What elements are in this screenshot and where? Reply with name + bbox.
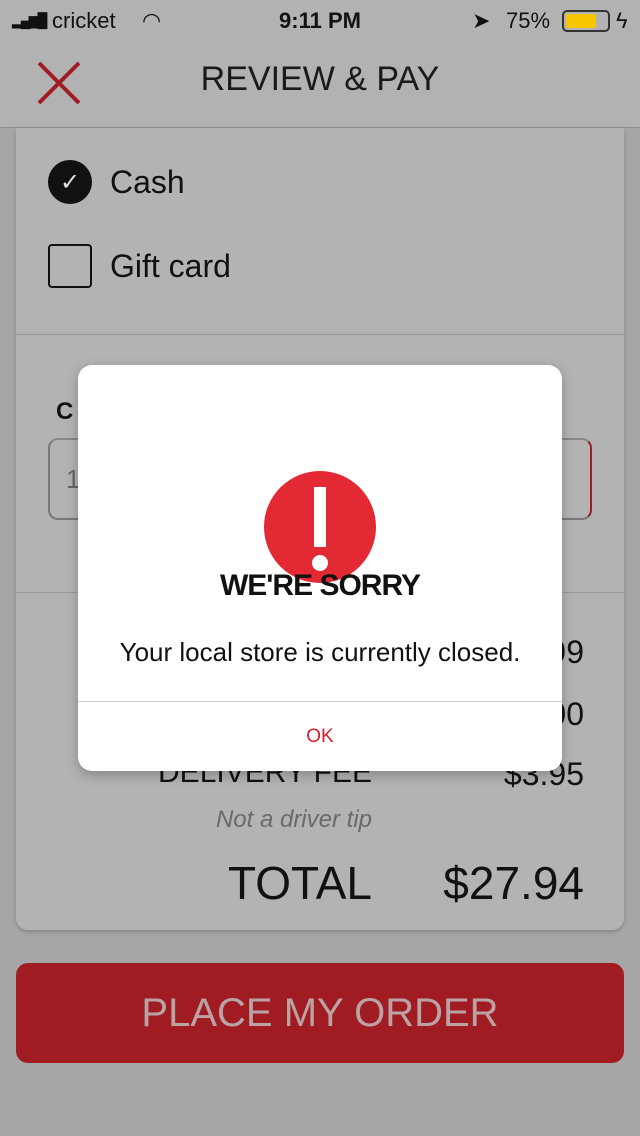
battery-icon	[562, 10, 610, 32]
dialog-message: Your local store is currently closed.	[119, 637, 521, 667]
option-label: Gift card	[110, 247, 231, 284]
payment-option-gift-card[interactable]: Gift card	[48, 244, 231, 288]
alert-icon	[264, 471, 376, 583]
checkmark-icon: ✓	[48, 160, 92, 204]
dialog-title: WE'RE SORRY	[219, 569, 421, 602]
total-value: $27.94	[443, 857, 584, 909]
payment-option-cash[interactable]: ✓ Cash	[48, 160, 185, 204]
battery-percent: 75%	[506, 8, 551, 33]
ok-button[interactable]: OK	[78, 702, 562, 771]
total-label: TOTAL	[228, 857, 372, 909]
place-order-button[interactable]: PLACE MY ORDER	[16, 963, 624, 1063]
status-bar: ▂▄▆█ cricket ◠ 9:11 PM ➤ 75% ϟ	[0, 0, 640, 40]
checkbox[interactable]	[48, 244, 92, 288]
page-title: REVIEW & PAY	[200, 60, 440, 98]
charging-icon: ϟ	[616, 8, 628, 33]
section-label: C	[56, 398, 74, 425]
location-icon: ➤	[472, 8, 491, 33]
delivery-note: Not a driver tip	[215, 806, 372, 833]
alert-dialog: WE'RE SORRY Your local store is currentl…	[78, 365, 562, 771]
header: REVIEW & PAY	[0, 40, 640, 128]
option-label: Cash	[110, 163, 185, 200]
divider	[16, 334, 624, 335]
